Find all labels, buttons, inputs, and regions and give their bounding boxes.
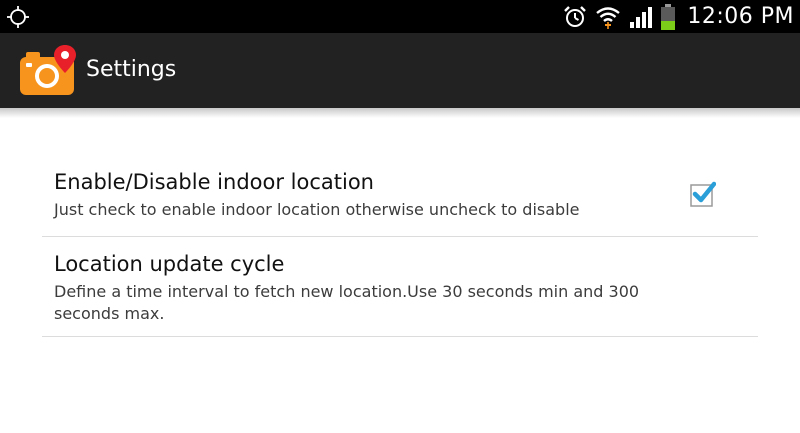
preference-indoor-location[interactable]: Enable/Disable indoor location Just chec… (42, 150, 758, 237)
page-title: Settings (86, 57, 177, 82)
preference-title: Location update cycle (54, 252, 285, 276)
battery-icon (661, 3, 676, 30)
preference-summary: Just check to enable indoor location oth… (54, 200, 580, 219)
signal-icon (630, 6, 653, 28)
alarm-icon (564, 5, 587, 27)
preference-list: Enable/Disable indoor location Just chec… (42, 150, 758, 337)
indoor-location-checkbox[interactable] (690, 181, 716, 207)
preference-summary: Define a time interval to fetch new loca… (54, 282, 640, 323)
gps-icon (7, 6, 29, 28)
camera-location-icon[interactable] (18, 43, 78, 97)
action-bar-shadow (0, 108, 800, 118)
status-time: 12:06 PM (687, 4, 794, 29)
preference-title: Enable/Disable indoor location (54, 170, 374, 194)
status-bar: 12:06 PM (0, 0, 800, 33)
wifi-icon (596, 6, 621, 29)
action-bar: Settings (0, 33, 800, 108)
preference-update-cycle[interactable]: Location update cycle Define a time inte… (42, 237, 758, 337)
